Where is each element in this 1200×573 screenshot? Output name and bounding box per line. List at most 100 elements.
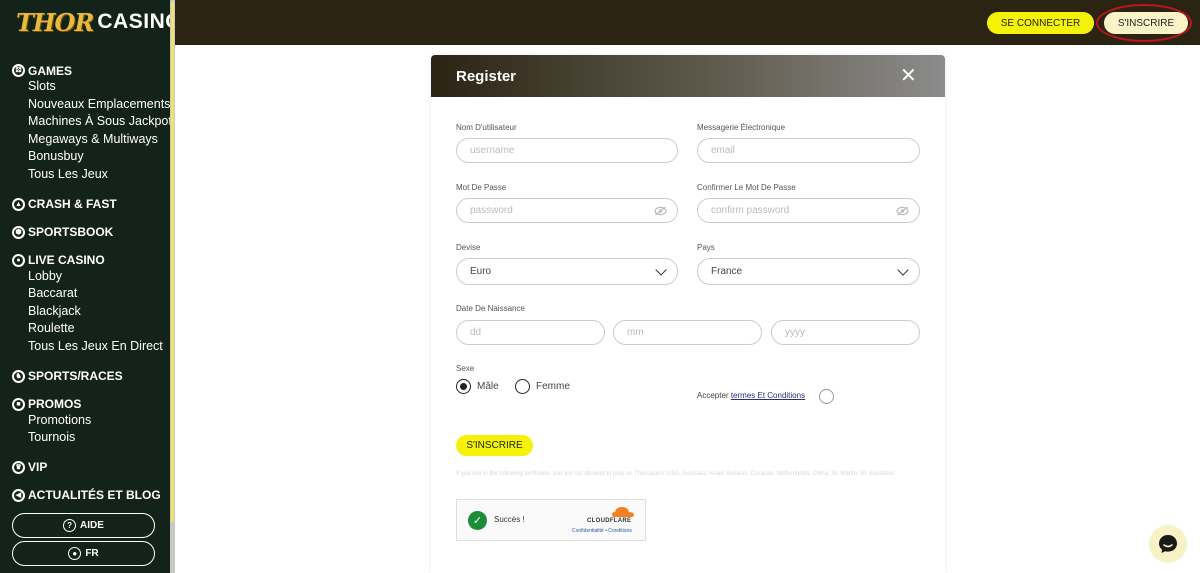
accept-prefix: Accepter — [697, 391, 729, 400]
password-placeholder: password — [470, 205, 513, 216]
sidebar-section-label: CRASH & FAST — [28, 197, 117, 212]
sidebar-item[interactable]: Slots — [0, 79, 170, 97]
cloudflare-logo: CLOUDFLARE — [587, 518, 632, 524]
question-icon: ? — [63, 519, 77, 532]
terms-checkbox[interactable] — [819, 389, 834, 404]
sidebar-item[interactable]: Tous Les Jeux En Direct — [0, 339, 170, 357]
soccer-ball-icon: ⬢ — [12, 225, 25, 239]
help-label: AIDE — [80, 520, 104, 531]
male-radio[interactable] — [456, 379, 471, 394]
confirm-password-input[interactable]: confirm password — [697, 198, 920, 223]
register-submit-button[interactable]: S'INSCRIRE — [456, 435, 533, 456]
login-button[interactable]: SE CONNECTER — [987, 12, 1094, 34]
chevron-down-icon — [897, 264, 909, 276]
highlight-circle — [1096, 4, 1192, 42]
eye-off-icon[interactable] — [896, 206, 909, 216]
megaphone-icon: ◀ — [12, 488, 25, 502]
female-label: Femme — [536, 381, 570, 392]
chat-icon — [1159, 535, 1177, 553]
currency-value: Euro — [470, 266, 492, 277]
sidebar-section-label: GAMES — [28, 63, 73, 78]
sex-label: Sexe — [456, 364, 475, 373]
captcha-status: Succès ! — [494, 515, 525, 524]
country-select[interactable]: France — [697, 258, 920, 285]
country-value: France — [711, 266, 743, 277]
sidebar-item[interactable]: Megaways & Multiways — [0, 132, 170, 150]
chat-button[interactable] — [1149, 525, 1187, 563]
currency-select[interactable]: Euro — [456, 258, 678, 285]
confirm-password-placeholder: confirm password — [711, 205, 790, 216]
email-input[interactable]: email — [697, 138, 920, 163]
sidebar-item[interactable]: Nouveaux Emplacements — [0, 97, 170, 115]
sidebar-scrollbar[interactable] — [170, 0, 175, 573]
language-button[interactable]: ● FR — [12, 541, 155, 566]
email-label: Messagerie Électronique — [697, 123, 786, 132]
sidebar-item[interactable]: Baccarat — [0, 286, 170, 304]
accept-terms: Accepter termes Et Conditions — [697, 391, 805, 400]
dice-icon: ⚄ — [12, 64, 25, 77]
sidebar-section-label: VIP — [28, 460, 48, 475]
confirm-password-label: Confirmer Le Mot De Passe — [697, 183, 796, 192]
register-modal: Register ✕ Nom D'utilisateur username Me… — [431, 55, 945, 573]
username-label: Nom D'utilisateur — [456, 123, 517, 132]
country-label: Pays — [697, 243, 715, 252]
sidebar-section-label: SPORTSBOOK — [28, 225, 114, 240]
sidebar-section-2[interactable]: ⬢ SPORTSBOOK — [0, 224, 170, 241]
terms-link[interactable]: termes Et Conditions — [731, 391, 805, 400]
modal-header: Register — [431, 55, 945, 97]
globe-icon: ● — [68, 547, 82, 560]
sidebar-item[interactable]: Machines À Sous Jackpot — [0, 114, 170, 132]
logo-thor: THOR — [16, 7, 94, 37]
link-separator: • — [605, 528, 607, 534]
sidebar-section-3[interactable]: ● LIVE CASINO — [0, 252, 170, 269]
eye-off-icon[interactable] — [654, 206, 667, 216]
modal-title: Register — [456, 67, 517, 85]
scrollbar-thumb[interactable] — [171, 2, 174, 522]
sidebar-section-4[interactable]: ♞ SPORTS/RACES — [0, 368, 170, 385]
cloudflare-captcha[interactable]: ✓ Succès ! CLOUDFLARE Confidentialité • … — [456, 499, 646, 541]
chevron-down-icon — [655, 264, 667, 276]
currency-label: Devise — [456, 243, 481, 252]
female-radio[interactable] — [515, 379, 530, 394]
password-input[interactable]: password — [456, 198, 678, 223]
logo[interactable]: THOR CASINO — [16, 6, 182, 38]
restricted-territories-notice: If you live in the following territories… — [456, 471, 896, 477]
sidebar-section-label: LIVE CASINO — [28, 253, 105, 268]
sidebar-item[interactable]: Tous Les Jeux — [0, 167, 170, 185]
terms-conditions-link[interactable]: Conditions — [608, 528, 632, 534]
sidebar-item[interactable]: Tournois — [0, 430, 170, 448]
sidebar-item[interactable]: Bonusbuy — [0, 149, 170, 167]
male-label: Mâle — [477, 381, 499, 392]
rocket-icon: ▲ — [12, 197, 25, 211]
dob-day-input[interactable]: dd — [456, 320, 605, 345]
sidebar-section-0[interactable]: ⚄ GAMES — [0, 62, 170, 79]
sidebar-section-label: SPORTS/RACES — [28, 369, 123, 384]
sidebar-section-1[interactable]: ▲ CRASH & FAST — [0, 196, 170, 213]
sidebar-section-label: PROMOS — [28, 397, 82, 412]
gift-icon: ■ — [12, 397, 25, 411]
dob-label: Date De Naissance — [456, 304, 525, 313]
sidebar-item[interactable]: Roulette — [0, 321, 170, 339]
sidebar-section-7[interactable]: ◀ ACTUALITÉS ET BLOG — [0, 487, 170, 504]
live-icon: ● — [12, 253, 25, 267]
sidebar-nav: ⚄ GAMES Slots Nouveaux Emplacements Machines… — [0, 62, 170, 504]
sidebar-item[interactable]: Promotions — [0, 413, 170, 431]
close-icon[interactable]: ✕ — [900, 66, 917, 86]
sidebar-section-label: ACTUALITÉS ET BLOG — [28, 488, 161, 503]
dob-month-input[interactable]: mm — [613, 320, 762, 345]
sidebar-item[interactable]: Blackjack — [0, 304, 170, 322]
dob-year-input[interactable]: yyyy — [771, 320, 920, 345]
crown-icon: ♛ — [12, 460, 25, 474]
captcha-links: Confidentialité • Conditions — [572, 528, 632, 534]
language-label: FR — [85, 548, 99, 559]
sidebar-section-5[interactable]: ■ PROMOS — [0, 396, 170, 413]
sidebar-item[interactable]: Lobby — [0, 269, 170, 287]
help-button[interactable]: ? AIDE — [12, 513, 155, 538]
sidebar-section-6[interactable]: ♛ VIP — [0, 459, 170, 476]
username-input[interactable]: username — [456, 138, 678, 163]
cloudflare-cloud-icon — [612, 507, 634, 517]
sidebar: THOR CASINO ⚄ GAMES Slots Nouveaux Emplacem… — [0, 0, 182, 573]
privacy-link[interactable]: Confidentialité — [572, 528, 604, 534]
checkmark-icon: ✓ — [468, 511, 487, 530]
password-label: Mot De Passe — [456, 183, 507, 192]
